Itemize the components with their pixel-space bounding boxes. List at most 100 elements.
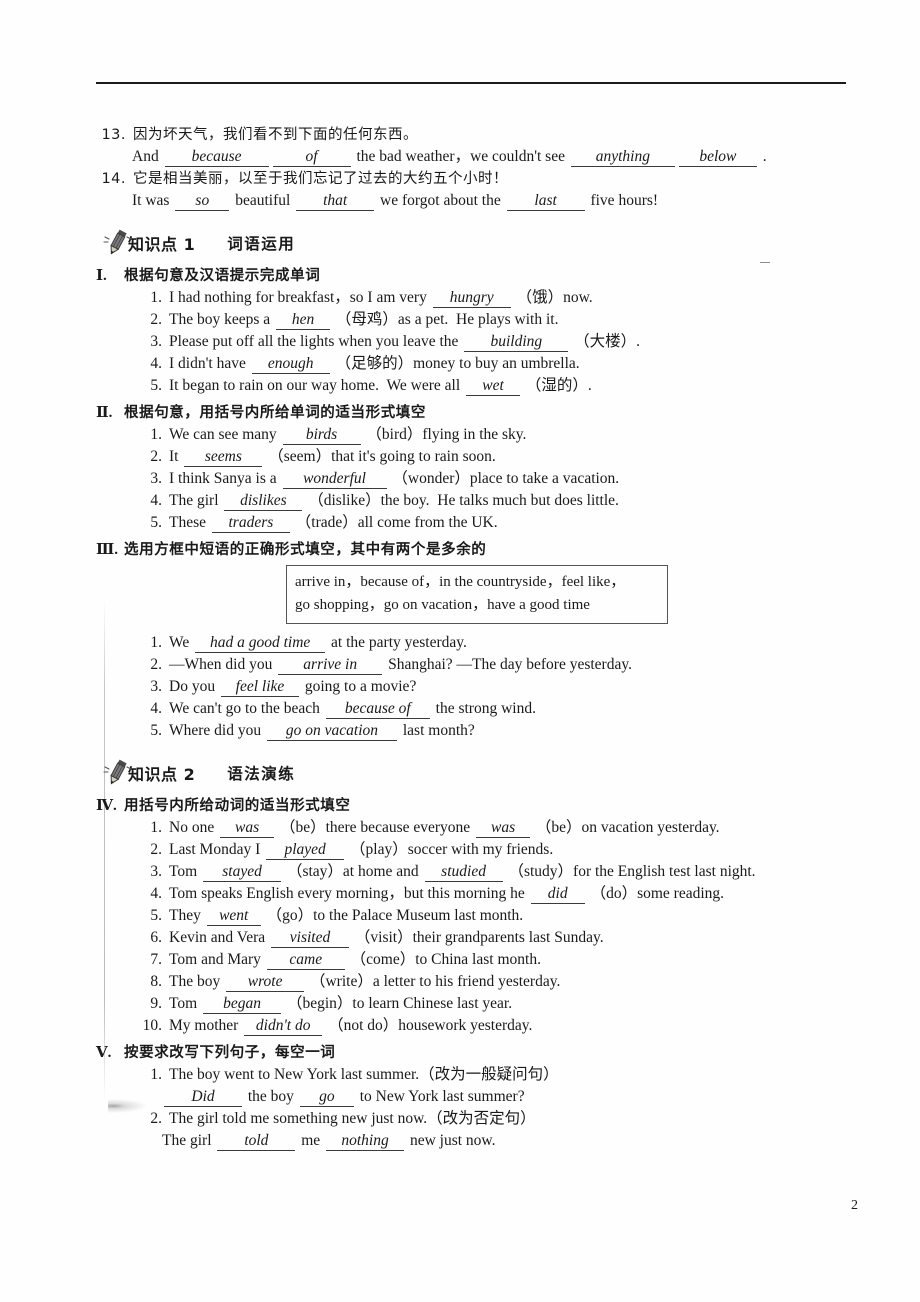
sentence-text: the strong wind.	[431, 700, 536, 717]
answer-blank[interactable]: played	[266, 841, 345, 860]
answer-blank[interactable]: last	[506, 192, 585, 211]
pencil-icon	[100, 758, 134, 788]
answer-blank[interactable]: dislikes	[224, 492, 303, 511]
exercise-item: 3. Tom stayed （stay）at home and studied （…	[132, 861, 856, 883]
answer-blank[interactable]: go	[299, 1088, 354, 1107]
sentence-text: at the party yesterday.	[327, 634, 467, 651]
answer-blank[interactable]: traders	[211, 514, 290, 533]
phrase-bank-box: arrive in，because of，in the countryside，…	[286, 565, 668, 624]
section-4-items: 1. No one was （be）there because everyone …	[96, 817, 856, 1037]
item-body: My mother didn't do （not do）housework ye…	[169, 1015, 856, 1037]
answer-blank[interactable]: studied	[424, 863, 503, 882]
item-body: It was so beautiful that we forgot about…	[132, 190, 856, 212]
answer-blank[interactable]: stayed	[203, 863, 282, 882]
exercise-answer-line: Did the boy go to New York last summer?	[162, 1086, 856, 1108]
sentence-text: It was	[132, 192, 174, 209]
sentence-text: We can see many	[169, 426, 281, 443]
exercise-answer-line: The girl told me nothing new just now.	[162, 1130, 856, 1152]
answer-blank[interactable]: of	[272, 148, 351, 167]
exercise-item: 5. They went （go）to the Palace Museum las…	[132, 905, 856, 927]
exercise-item: 14. 它是相当美丽，以至于我们忘记了过去的大约五个小时！	[96, 168, 856, 190]
answer-blank[interactable]: building	[464, 333, 569, 352]
sentence-text: （be）there because everyone	[276, 819, 475, 836]
answer-blank[interactable]: wrote	[226, 973, 305, 992]
item-number: 5.	[150, 722, 162, 739]
sentence-text: （seem）that it's going to rain soon.	[264, 448, 496, 465]
sentence-text: （study）for the English test last night.	[504, 863, 756, 880]
exercise-item: 13. 因为坏天气，我们看不到下面的任何东西。	[96, 124, 856, 146]
answer-blank[interactable]: arrive in	[278, 656, 383, 675]
sentence-text: （stay）at home and	[283, 863, 423, 880]
answer-blank[interactable]: feel like	[220, 678, 299, 697]
section-4-heading: Ⅳ. 用括号内所给动词的适当形式填空	[96, 794, 856, 815]
sentence-text: （足够的）money to buy an umbrella.	[331, 355, 580, 372]
answer-blank[interactable]: enough	[251, 355, 330, 374]
item-number: 1.	[150, 634, 162, 651]
exercise-item: 2. Last Monday I played （play）soccer with…	[132, 839, 856, 861]
answer-blank[interactable]: below	[678, 148, 757, 167]
section-3-roman: Ⅲ.	[96, 542, 119, 558]
answer-blank[interactable]: didn't do	[244, 1017, 323, 1036]
answer-blank[interactable]: Did	[164, 1088, 242, 1107]
sentence-text: Where did you	[169, 722, 265, 739]
sentence-text: （bird）flying in the sky.	[362, 426, 527, 443]
item-body: Tom stayed （stay）at home and studied （st…	[169, 861, 856, 883]
answer-blank[interactable]: hen	[276, 311, 331, 330]
item-body: Where did you go on vacation last month?	[169, 720, 856, 742]
answer-blank[interactable]: because of	[325, 700, 430, 719]
answer-blank[interactable]: did	[530, 885, 585, 904]
answer-blank[interactable]: anything	[570, 148, 675, 167]
sentence-text: It began to rain on our way home. We wer…	[169, 377, 465, 394]
section-5-title: 按要求改写下列句子，每空一词	[124, 1045, 336, 1061]
section-2-title: 根据句意，用括号内所给单词的适当形式填空	[124, 405, 426, 421]
item-number: 2.	[150, 1110, 162, 1127]
section-3-heading: Ⅲ. 选用方框中短语的正确形式填空，其中有两个是多余的	[96, 538, 856, 559]
answer-blank[interactable]: because	[164, 148, 269, 167]
sentence-text: the boy	[244, 1088, 298, 1105]
phrase-bank-line: go shopping，go on vacation，have a good t…	[295, 597, 590, 613]
knowledge-point-1-header: 知识点 1 词语运用	[100, 228, 856, 258]
answer-blank[interactable]: told	[217, 1132, 296, 1151]
answer-blank[interactable]: so	[175, 192, 230, 211]
page-number: 2	[851, 1198, 858, 1213]
worksheet-page: 13. 因为坏天气，我们看不到下面的任何东西。 And because of the …	[0, 0, 920, 1302]
item-number: 5.	[150, 907, 162, 924]
answer-blank[interactable]: went	[206, 907, 261, 926]
sentence-text: （visit）their grandparents last Sunday.	[351, 929, 604, 946]
item-body: The girl told me nothing new just now.	[162, 1130, 856, 1152]
answer-blank[interactable]: was	[220, 819, 275, 838]
sentence-text: We can't go to the beach	[169, 700, 324, 717]
answer-blank[interactable]: nothing	[326, 1132, 405, 1151]
answer-blank[interactable]: began	[203, 995, 282, 1014]
sentence-text: （母鸡）as a pet. He plays with it.	[332, 311, 559, 328]
item-number: 1.	[150, 289, 162, 306]
section-1-heading: Ⅰ. 根据句意及汉语提示完成单词	[96, 264, 856, 285]
answer-blank[interactable]: go on vacation	[266, 722, 397, 741]
sentence-text: —When did you	[169, 656, 277, 673]
item-number: 1.	[150, 1066, 162, 1083]
item-body: Last Monday I played （play）soccer with m…	[169, 839, 856, 861]
answer-blank[interactable]: wonderful	[282, 470, 387, 489]
answer-blank[interactable]: birds	[282, 426, 361, 445]
answer-blank[interactable]: hungry	[432, 289, 511, 308]
sentence-text: me	[297, 1132, 325, 1149]
item-number: 3.	[150, 863, 162, 880]
answer-blank[interactable]: wet	[466, 377, 521, 396]
answer-blank[interactable]: seems	[184, 448, 263, 467]
answer-blank[interactable]: that	[296, 192, 375, 211]
sentence-text: （play）soccer with my friends.	[346, 841, 554, 858]
section-2-heading: Ⅱ. 根据句意，用括号内所给单词的适当形式填空	[96, 401, 856, 422]
answer-blank[interactable]: visited	[271, 929, 350, 948]
knowledge-point-2-label: 知识点 2	[128, 765, 196, 784]
sentence-text: new just now.	[406, 1132, 496, 1149]
sentence-text: （be）on vacation yesterday.	[532, 819, 720, 836]
exercise-item: 4. The girl dislikes （dislike）the boy. He…	[132, 490, 856, 512]
section-5-roman: Ⅴ.	[96, 1045, 112, 1061]
answer-blank[interactable]: had a good time	[195, 634, 326, 653]
sentence-text: （come）to China last month.	[346, 951, 541, 968]
item-number: 4.	[150, 355, 162, 372]
answer-blank[interactable]: came	[266, 951, 345, 970]
answer-blank[interactable]: was	[476, 819, 531, 838]
sentence-text: The girl told me something new just now.…	[169, 1110, 536, 1127]
item-body: Tom and Mary came （come）to China last mo…	[169, 949, 856, 971]
